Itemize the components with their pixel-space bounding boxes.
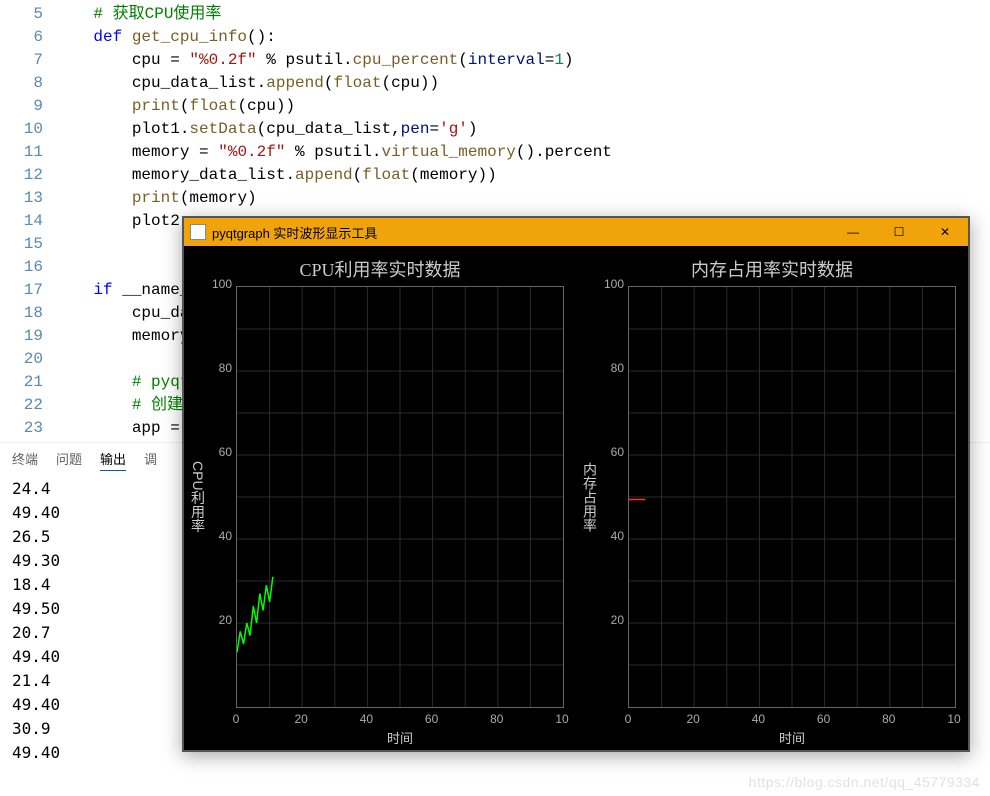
minimize-button[interactable]: — [830,218,876,246]
window-titlebar[interactable]: pyqtgraph 实时波形显示工具 — ☐ ✕ [184,218,968,246]
x-axis-label: 时间 [236,728,564,747]
y-axis-label: 内存占用率 [580,284,600,710]
plot-title: 内存占用率实时数据 [580,250,964,284]
panel-tab[interactable]: 输出 [100,449,126,471]
x-axis-label: 时间 [628,728,956,747]
plot-body: CPU利用率实时数据CPU利用率2040608010002040608010时间… [184,246,968,750]
x-axis-ticks: 02040608010 [628,710,956,726]
maximize-button[interactable]: ☐ [876,218,922,246]
data-series [237,577,273,653]
y-axis-ticks: 20406080100 [600,284,628,710]
panel-tab[interactable]: 调 [144,449,157,471]
x-axis-ticks: 02040608010 [236,710,564,726]
y-axis-ticks: 20406080100 [208,284,236,710]
close-button[interactable]: ✕ [922,218,968,246]
plot-panel: CPU利用率实时数据CPU利用率2040608010002040608010 时间 [184,246,576,750]
line-number-gutter: 567891011121314151617181920212223 [0,0,55,440]
plot-area[interactable] [628,286,956,708]
pyqtgraph-window: pyqtgraph 实时波形显示工具 — ☐ ✕ CPU利用率实时数据CPU利用… [182,216,970,752]
watermark: https://blog.csdn.net/qq_45779334 [749,774,980,790]
plot-title: CPU利用率实时数据 [188,250,572,284]
panel-tab[interactable]: 终端 [12,449,38,471]
plot-panel: 内存占用率实时数据内存占用率2040608010002040608010 时间 [576,246,968,750]
plot-area[interactable] [236,286,564,708]
window-title: pyqtgraph 实时波形显示工具 [212,223,830,242]
app-icon [190,224,206,240]
y-axis-label: CPU利用率 [188,284,208,710]
panel-tab[interactable]: 问题 [56,449,82,471]
